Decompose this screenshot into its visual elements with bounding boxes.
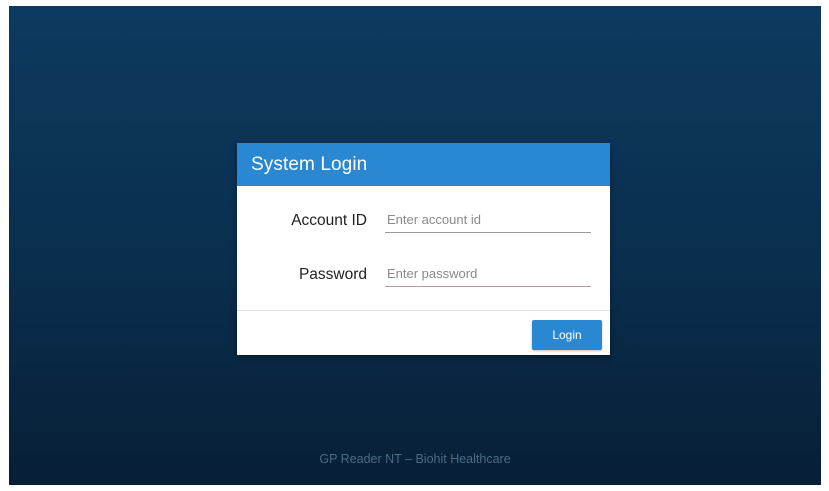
password-row: Password bbox=[237, 261, 610, 291]
dialog-title: System Login bbox=[251, 153, 368, 175]
account-id-input[interactable] bbox=[385, 207, 591, 233]
password-input[interactable] bbox=[385, 261, 591, 287]
dialog-divider bbox=[237, 310, 610, 311]
password-label: Password bbox=[298, 266, 367, 283]
footer-text: GP Reader NT – Biohit Healthcare bbox=[319, 452, 511, 466]
account-id-label: Account ID bbox=[291, 212, 367, 229]
login-button[interactable]: Login bbox=[532, 320, 602, 350]
account-id-row: Account ID bbox=[237, 207, 610, 237]
login-dialog: System Login Account ID Password Login bbox=[237, 143, 610, 355]
app-screen: System Login Account ID Password Login G… bbox=[9, 6, 821, 485]
dialog-header: System Login bbox=[237, 143, 610, 186]
